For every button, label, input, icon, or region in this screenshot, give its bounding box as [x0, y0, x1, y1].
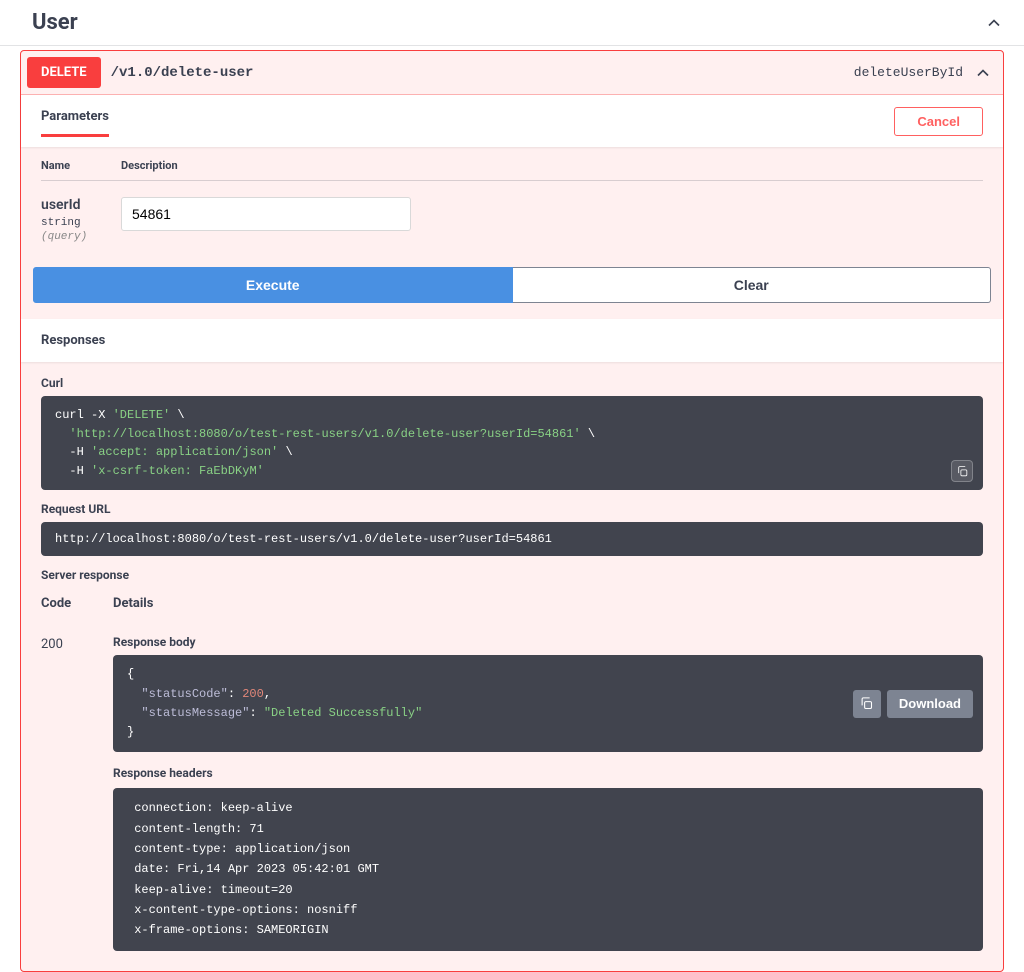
param-name: userId [41, 197, 121, 213]
cancel-button[interactable]: Cancel [894, 107, 983, 136]
response-body-block: { "statusCode": 200, "statusMessage": "D… [113, 655, 983, 752]
parameter-row: userId string (query) [41, 181, 983, 267]
userid-input[interactable] [121, 197, 411, 231]
chevron-up-icon [984, 13, 1004, 33]
clear-button[interactable]: Clear [513, 267, 992, 303]
curl-label: Curl [41, 376, 983, 390]
tag-title: User [32, 10, 78, 35]
responses-body: Curl curl -X 'DELETE' \ 'http://localhos… [21, 362, 1003, 971]
code-header: Code [41, 596, 113, 611]
response-row: 200 Response body { "statusCode": 200, "… [41, 635, 983, 950]
http-method-badge: DELETE [27, 57, 101, 88]
operation-path: /v1.0/delete-user [111, 65, 254, 81]
param-type: string [41, 217, 121, 229]
response-headers-label: Response headers [113, 766, 983, 780]
download-button[interactable]: Download [887, 690, 973, 718]
copy-icon[interactable] [853, 690, 881, 718]
operation-summary[interactable]: DELETE /v1.0/delete-user deleteUserById [21, 51, 1003, 95]
responses-header: Responses [21, 319, 1003, 362]
operation-block: DELETE /v1.0/delete-user deleteUserById … [20, 50, 1004, 972]
execute-button[interactable]: Execute [33, 267, 513, 303]
param-in: (query) [41, 231, 121, 243]
operation-id: deleteUserById [854, 65, 963, 80]
server-response-label: Server response [41, 568, 983, 582]
column-description: Description [121, 159, 178, 172]
request-url-label: Request URL [41, 502, 983, 516]
details-header: Details [113, 596, 153, 611]
execute-row: Execute Clear [21, 267, 1003, 319]
status-code: 200 [41, 635, 113, 652]
curl-block: curl -X 'DELETE' \ 'http://localhost:808… [41, 396, 983, 490]
tab-parameters[interactable]: Parameters [41, 105, 109, 137]
response-headers-block: connection: keep-alive content-length: 7… [113, 788, 983, 951]
copy-icon[interactable] [951, 460, 973, 482]
tag-header[interactable]: User [0, 0, 1024, 46]
column-name: Name [41, 159, 121, 172]
parameters-table: Name Description userId string (query) [21, 147, 1003, 267]
request-url-block: http://localhost:8080/o/test-rest-users/… [41, 522, 983, 556]
parameters-header: Parameters Cancel [21, 95, 1003, 147]
chevron-up-icon [973, 63, 993, 83]
response-body-label: Response body [113, 635, 983, 649]
